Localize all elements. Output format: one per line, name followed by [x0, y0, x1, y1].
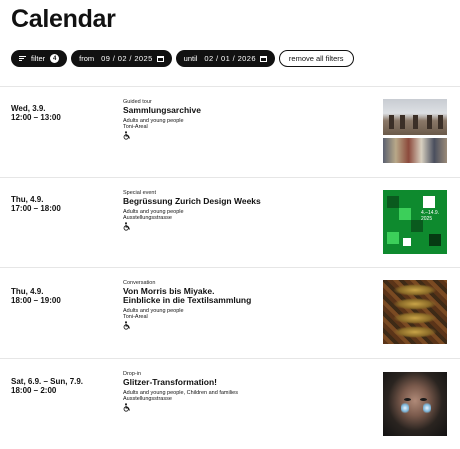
event-date-text: Thu, 4.9. — [11, 287, 44, 296]
event-image[interactable]: 4.–14.9. 2025 — [383, 190, 447, 254]
divider — [0, 358, 460, 359]
event-time: 18:00 – 2:00 — [11, 386, 57, 395]
event-date-text: Sat, 6.9. – Sun, 7.9. — [11, 377, 84, 386]
event-title[interactable]: Begrüssung Zurich Design Weeks — [123, 197, 363, 206]
filter-bar: filter 4 from 09 / 02 / 2025 until 02 / … — [11, 50, 354, 67]
calendar-icon — [156, 55, 164, 62]
event-venue: Toni-Areal — [123, 124, 148, 130]
calendar-icon — [259, 55, 267, 62]
event-title[interactable]: Sammlungsarchive — [123, 106, 363, 115]
wheelchair-icon — [123, 403, 130, 412]
event-image[interactable] — [383, 280, 447, 344]
divider — [0, 177, 460, 178]
event-date-text: Thu, 4.9. — [11, 195, 44, 204]
until-label: until — [183, 54, 198, 63]
event-info: Special event Begrüssung Zurich Design W… — [123, 190, 363, 231]
event-info: Drop-in Glitzer-Transformation! Adults a… — [123, 371, 363, 412]
from-date-value: 09 / 02 / 2025 — [101, 54, 153, 63]
filter-button[interactable]: filter 4 — [11, 50, 68, 67]
event-title[interactable]: Glitzer-Transformation! — [123, 378, 363, 387]
event-info: Guided tour Sammlungsarchive Adults and … — [123, 99, 363, 140]
event-venue: Ausstellungsstrasse — [123, 396, 172, 402]
event-time: 17:00 – 18:00 — [11, 204, 61, 213]
wheelchair-icon — [123, 131, 130, 140]
event-date-text: Wed, 3.9. — [11, 104, 46, 113]
divider — [0, 267, 460, 268]
event-date: Sat, 6.9. – Sun, 7.9. 18:00 – 2:00 — [11, 377, 83, 395]
remove-all-filters-button[interactable]: remove all filters — [278, 50, 354, 67]
event-date: Wed, 3.9. 12:00 – 13:00 — [11, 104, 61, 122]
from-date-picker[interactable]: from 09 / 02 / 2025 — [71, 50, 172, 67]
filter-label: filter — [31, 54, 46, 63]
event-venue: Toni-Areal — [123, 314, 148, 320]
event-date: Thu, 4.9. 17:00 – 18:00 — [11, 195, 61, 213]
from-label: from — [79, 54, 95, 63]
filter-icon — [19, 56, 26, 61]
wheelchair-icon — [123, 222, 130, 231]
event-title-line2[interactable]: Einblicke in die Textilsammlung — [123, 296, 363, 305]
event-time: 18:00 – 19:00 — [11, 296, 61, 305]
page-title: Calendar — [11, 5, 116, 33]
until-date-picker[interactable]: until 02 / 01 / 2026 — [175, 50, 275, 67]
event-venue: Ausstellungsstrasse — [123, 215, 172, 221]
until-date-value: 02 / 01 / 2026 — [204, 54, 256, 63]
filter-count-badge: 4 — [50, 54, 60, 63]
event-info: Conversation Von Morris bis Miyake. Einb… — [123, 280, 363, 330]
event-time: 12:00 – 13:00 — [11, 113, 61, 122]
divider — [0, 86, 460, 87]
wheelchair-icon — [123, 321, 130, 330]
image-caption: 4.–14.9. 2025 — [421, 210, 440, 222]
event-image[interactable] — [383, 372, 447, 436]
event-image[interactable] — [383, 99, 447, 163]
event-date: Thu, 4.9. 18:00 – 19:00 — [11, 287, 61, 305]
